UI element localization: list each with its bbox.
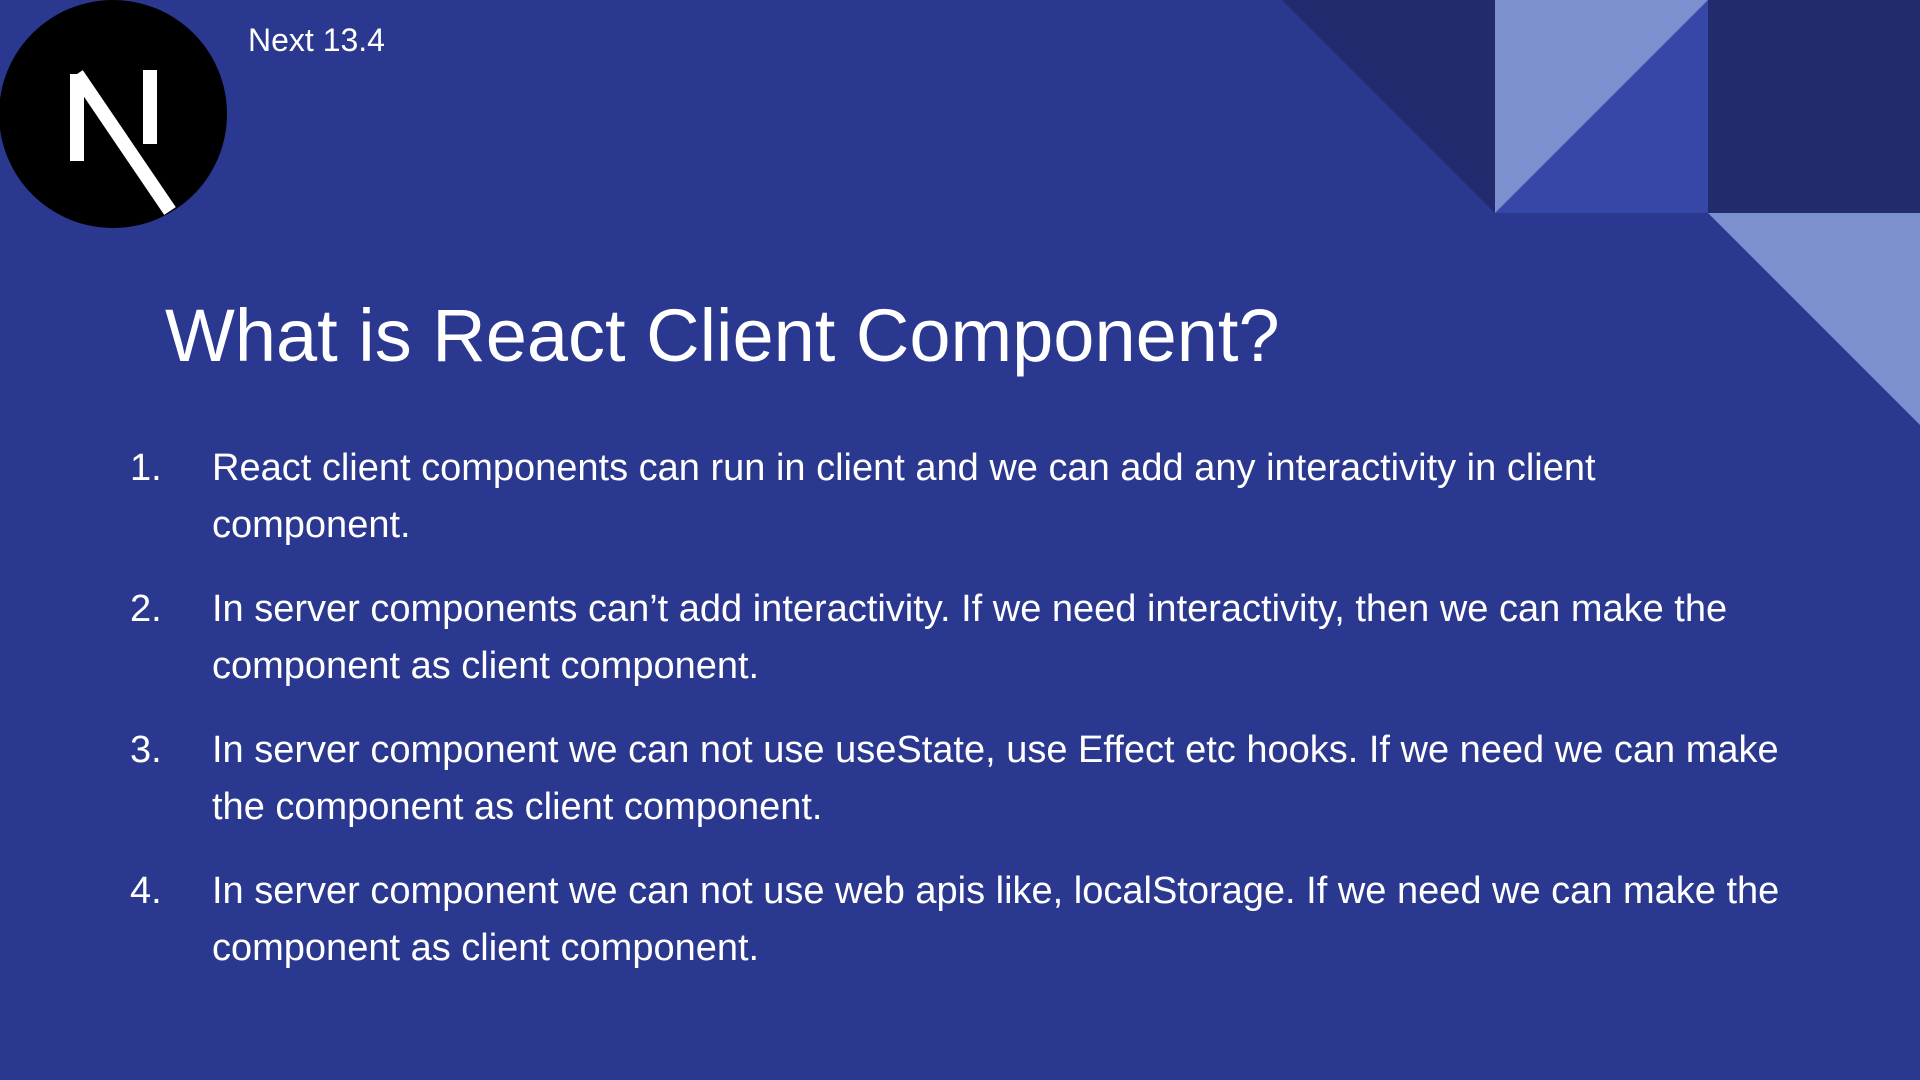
list-item-text: In server components can’t add interacti… (212, 588, 1728, 687)
light-square-shape (1495, 0, 1708, 213)
point-list: 1. React client components can run in cl… (130, 440, 1790, 1004)
dark-square-shape (1708, 0, 1920, 213)
brand-label: Next 13.4 (248, 22, 385, 58)
list-item: 1. React client components can run in cl… (130, 440, 1790, 554)
list-item-text: In server component we can not use useSt… (212, 729, 1779, 828)
list-item-number: 1. (130, 447, 162, 489)
list-item-number: 3. (130, 729, 162, 771)
list-item-text: React client components can run in clien… (212, 447, 1596, 546)
list-item-number: 2. (130, 588, 162, 630)
light-triangle-shape (1708, 213, 1920, 425)
list-item-text: In server component we can not use web a… (212, 870, 1780, 969)
list-item: 4. In server component we can not use we… (130, 863, 1790, 977)
nextjs-logo-icon (0, 0, 227, 228)
list-item: 3. In server component we can not use us… (130, 722, 1790, 836)
dark-triangle-shape (1282, 0, 1495, 213)
slide-title: What is React Client Component? (165, 294, 1280, 377)
mid-triangle-shape (1495, 0, 1708, 213)
list-item-number: 4. (130, 870, 162, 912)
list-item: 2. In server components can’t add intera… (130, 581, 1790, 695)
